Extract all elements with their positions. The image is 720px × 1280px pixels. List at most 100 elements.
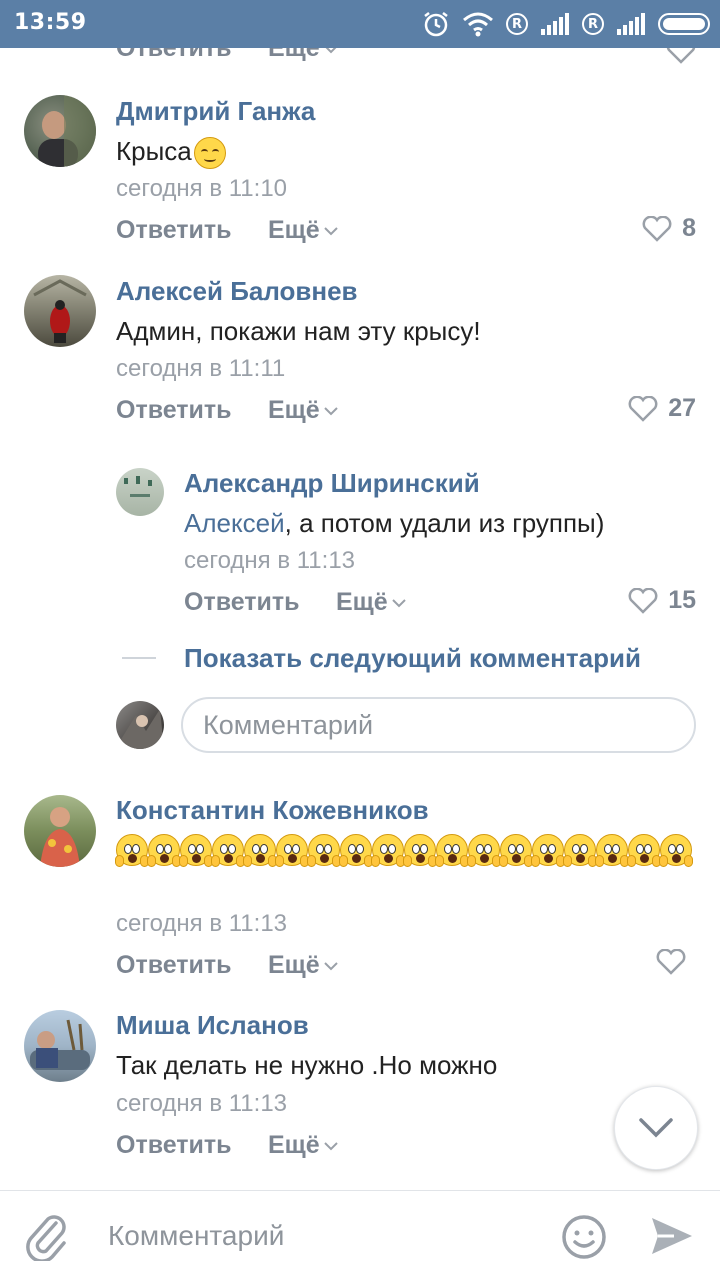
- comment-input[interactable]: [92, 1213, 532, 1259]
- more-label: Ещё: [268, 48, 320, 62]
- signal-icon-2: [616, 13, 646, 35]
- comment-text-content: , а потом удали из группы): [284, 508, 605, 538]
- paperclip-icon: [26, 1215, 66, 1263]
- scream-emoji-icon: [179, 834, 213, 867]
- more-button[interactable]: Ещё: [268, 48, 338, 63]
- avatar[interactable]: [24, 1010, 96, 1082]
- more-button[interactable]: Ещё: [268, 951, 338, 980]
- comment-author[interactable]: Александр Ширинский: [184, 468, 480, 499]
- comment-date: сегодня в 11:11: [116, 355, 286, 382]
- more-label: Ещё: [268, 951, 320, 979]
- relieved-emoji-icon: [193, 137, 226, 170]
- comment-author[interactable]: Миша Исланов: [116, 1010, 309, 1041]
- reply-button[interactable]: Ответить: [184, 588, 300, 617]
- chevron-down-icon: [323, 1141, 338, 1150]
- like-count: 15: [668, 586, 696, 614]
- comment-emoji-row: [115, 834, 696, 867]
- more-label: Ещё: [268, 1131, 320, 1159]
- inline-comment-field[interactable]: [181, 697, 696, 753]
- comment-date: сегодня в 11:13: [116, 910, 288, 937]
- wifi-icon: [462, 11, 494, 37]
- comment-author[interactable]: Дмитрий Ганжа: [116, 96, 315, 127]
- scream-emoji-icon: [307, 834, 341, 867]
- comment-text: Админ, покажи нам эту крысу!: [116, 316, 481, 346]
- chevron-down-icon: [639, 1118, 673, 1138]
- show-next-comment-link[interactable]: Показать следующий комментарий: [184, 643, 641, 674]
- like-button[interactable]: 15: [628, 586, 696, 615]
- comment-author[interactable]: Алексей Баловнев: [116, 276, 358, 307]
- roaming-icon: R: [506, 13, 528, 35]
- comment-composer: [0, 1190, 720, 1280]
- heart-icon: [656, 949, 686, 975]
- scream-emoji-icon: [211, 834, 245, 867]
- like-button[interactable]: 8: [642, 214, 696, 243]
- status-icons: R R: [422, 8, 710, 40]
- avatar[interactable]: [24, 275, 96, 347]
- avatar[interactable]: [24, 795, 96, 867]
- send-button[interactable]: [650, 1215, 694, 1262]
- comment-author[interactable]: Константин Кожевников: [116, 795, 429, 826]
- send-icon: [652, 1218, 692, 1254]
- scream-emoji-icon: [275, 834, 309, 867]
- like-button[interactable]: [656, 949, 696, 975]
- more-label: Ещё: [336, 588, 388, 616]
- emoji-list: [115, 834, 696, 867]
- like-count: 8: [682, 214, 696, 242]
- comment-date: сегодня в 11:10: [116, 175, 288, 202]
- chevron-down-icon: [323, 406, 338, 415]
- chevron-down-icon: [325, 48, 336, 53]
- roaming-icon-2: R: [582, 13, 604, 35]
- like-count: 27: [668, 394, 696, 422]
- heart-icon: [628, 395, 658, 422]
- comment-text-content: Крыса: [116, 136, 192, 166]
- scream-emoji-icon: [467, 834, 501, 867]
- status-time: 13:59: [14, 10, 87, 35]
- comment-field[interactable]: [92, 1213, 532, 1259]
- scream-emoji-icon: [531, 834, 565, 867]
- reply-button[interactable]: Ответить: [116, 1131, 232, 1160]
- scroll-down-button[interactable]: [614, 1086, 698, 1170]
- divider: [122, 657, 156, 659]
- more-label: Ещё: [268, 216, 320, 244]
- avatar[interactable]: [116, 468, 164, 516]
- reply-button[interactable]: Ответить: [116, 216, 232, 245]
- more-button[interactable]: Ещё: [268, 216, 338, 245]
- scream-emoji-icon: [595, 834, 629, 867]
- scream-emoji-icon: [115, 834, 149, 867]
- battery-icon: [658, 13, 710, 35]
- comment-text: Алексей, а потом удали из группы): [184, 508, 604, 539]
- scream-emoji-icon: [563, 834, 597, 867]
- scream-emoji-icon: [435, 834, 469, 867]
- scream-emoji-icon: [147, 834, 181, 867]
- comments-feed[interactable]: Ответить Ещё Дмитрий Ганжа Крыса сегодня…: [0, 48, 720, 1188]
- comment-date: сегодня в 11:13: [184, 547, 356, 574]
- comment-date: сегодня в 11:13: [116, 1090, 288, 1117]
- scream-emoji-icon: [339, 834, 373, 867]
- scream-emoji-icon: [659, 834, 693, 867]
- reply-button[interactable]: Ответить: [116, 951, 232, 980]
- comment-text: Так делать не нужно .Но можно: [116, 1050, 498, 1080]
- scream-emoji-icon: [403, 834, 437, 867]
- chevron-down-icon: [323, 226, 338, 235]
- chevron-down-icon: [391, 598, 406, 607]
- reply-button[interactable]: Ответить: [116, 48, 232, 63]
- inline-comment-input[interactable]: [183, 699, 694, 751]
- more-label: Ещё: [268, 396, 320, 424]
- more-button[interactable]: Ещё: [268, 1131, 338, 1160]
- signal-icon: [540, 13, 570, 35]
- scream-emoji-icon: [243, 834, 277, 867]
- like-button[interactable]: 27: [628, 394, 696, 423]
- like-icon[interactable]: [666, 48, 696, 69]
- more-button[interactable]: Ещё: [336, 588, 406, 617]
- reply-button[interactable]: Ответить: [116, 396, 232, 425]
- status-bar: 13:59 R R: [0, 0, 720, 48]
- smile-icon: [562, 1215, 606, 1259]
- emoji-button[interactable]: [560, 1213, 608, 1266]
- avatar[interactable]: [24, 95, 96, 167]
- heart-icon: [628, 587, 658, 614]
- scream-emoji-icon: [627, 834, 661, 867]
- attach-button[interactable]: [26, 1213, 70, 1266]
- more-button[interactable]: Ещё: [268, 396, 338, 425]
- mention-link[interactable]: Алексей: [184, 508, 285, 538]
- scream-emoji-icon: [499, 834, 533, 867]
